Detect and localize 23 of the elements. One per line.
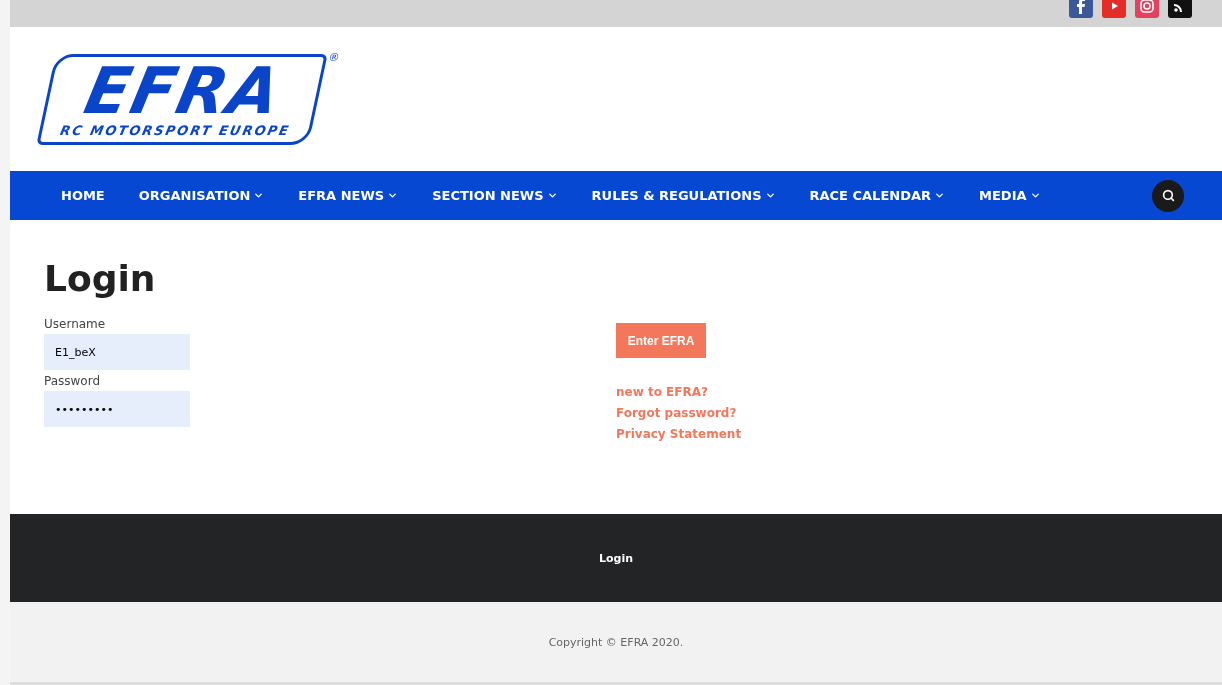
password-field[interactable]: •••••••••: [44, 391, 190, 427]
copyright-text: Copyright © EFRA 2020.: [548, 635, 684, 649]
field-label: Password: [44, 374, 102, 388]
nav-item[interactable]: ORGANISATION: [121, 188, 282, 203]
field-label: Username: [44, 317, 107, 331]
registered-mark: ®: [327, 50, 341, 64]
footer-link[interactable]: Login: [598, 551, 633, 565]
facebook-icon[interactable]: [1069, 0, 1093, 18]
nav-item[interactable]: RULES & REGULATIONS: [574, 188, 793, 203]
nav-item[interactable]: EFRA NEWS: [281, 188, 416, 203]
nav-item[interactable]: SECTION NEWS: [415, 188, 575, 203]
username-field[interactable]: E1_beX: [44, 334, 190, 370]
search-button[interactable]: [1152, 179, 1184, 212]
nav-item[interactable]: MEDIA: [962, 188, 1058, 203]
instagram-icon[interactable]: [1135, 0, 1159, 18]
page-title: Login: [44, 258, 157, 299]
youtube-icon[interactable]: [1102, 0, 1126, 18]
nav-item[interactable]: RACE CALENDAR: [792, 188, 963, 203]
logo-tagline: RC MOTORSPORT EUROPE: [58, 122, 292, 138]
nav-item[interactable]: HOME: [44, 188, 122, 203]
logo-name: EFRA: [79, 58, 288, 123]
search-icon: [1161, 189, 1175, 202]
rss-icon[interactable]: [1168, 0, 1192, 18]
